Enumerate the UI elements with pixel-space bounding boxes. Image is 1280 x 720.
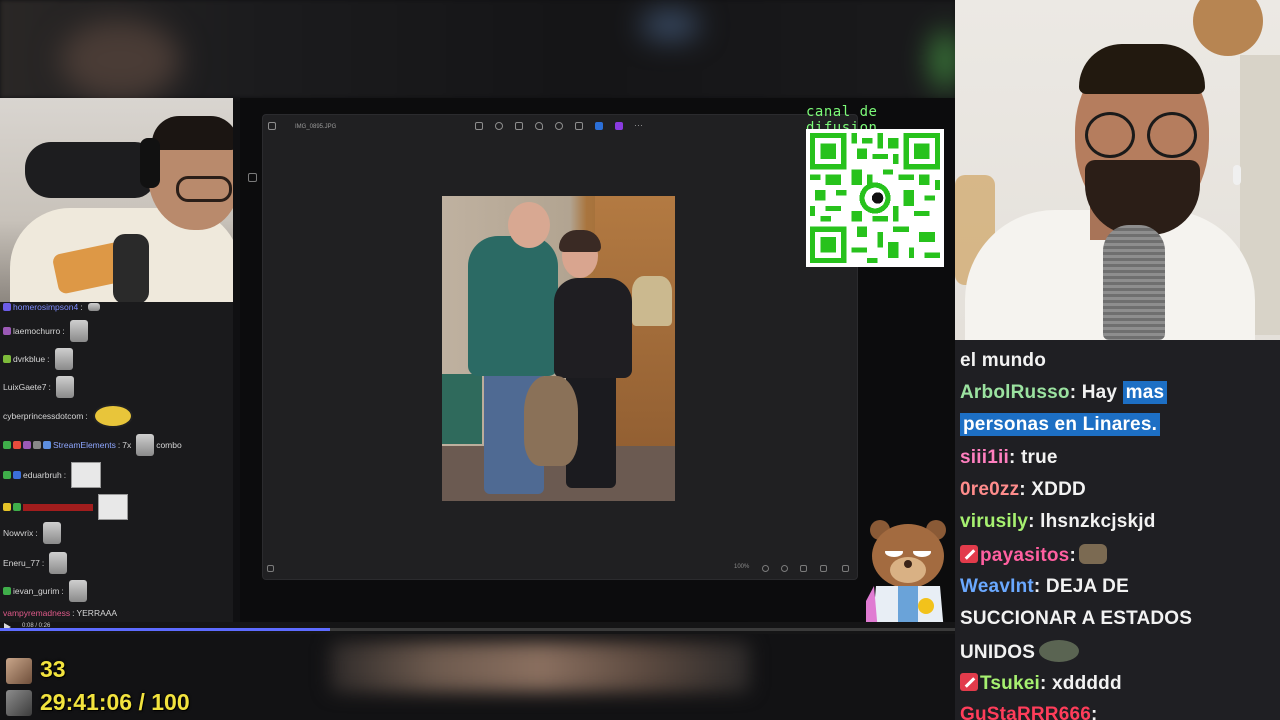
chat-text: lhsnzkcjskjd	[1034, 511, 1156, 532]
filmstrip-icon[interactable]	[267, 565, 274, 572]
chat-username[interactable]: vampyremadness	[3, 608, 70, 618]
chat-highlight: mas	[1122, 381, 1168, 404]
chat-username[interactable]: GuStaRRR666	[960, 704, 1091, 720]
chat-text: 7x	[122, 440, 132, 450]
chat-message: WeavInt: DEJA DE	[960, 576, 1129, 597]
moderator-badge-icon	[960, 545, 978, 563]
chat-text: combo	[156, 440, 182, 450]
progress-fill[interactable]	[0, 628, 331, 631]
chat-message: payasitos:	[960, 544, 1107, 567]
left-chat-panel: homerosimpson4: laemochurro: dvrkblue: L…	[0, 302, 233, 622]
chat-username[interactable]: LuixGaete7	[3, 382, 46, 392]
dog-emote-icon	[1078, 544, 1107, 564]
chat-username[interactable]: StreamElements	[53, 440, 116, 450]
chat-username[interactable]: cyberprincessdotcom	[3, 411, 83, 421]
chat-message: LuixGaete7:	[3, 376, 74, 398]
chat-highlight: personas en Linares.	[960, 413, 1161, 436]
chat-text: YERRAAA	[76, 608, 118, 618]
zoom-level: 100%	[734, 564, 750, 570]
chat-text: el mundo	[960, 350, 1047, 371]
avatar	[6, 658, 32, 684]
chat-message: personas en Linares.	[960, 413, 1161, 436]
zoom-in-icon[interactable]	[781, 565, 788, 572]
fit-icon[interactable]	[800, 565, 807, 572]
chat-username[interactable]: eduarbruh	[23, 470, 62, 480]
right-webcam	[955, 0, 1280, 340]
chat-username[interactable]: virusily	[960, 511, 1028, 532]
chat-message: GuStaRRR666:	[960, 704, 1098, 720]
chat-message: homerosimpson4:	[3, 302, 100, 312]
chat-text: Hay	[1076, 382, 1123, 403]
chat-message: cyberprincessdotcom:	[3, 404, 133, 428]
moderator-badge-icon	[960, 673, 978, 691]
chat-username[interactable]: dvrkblue	[13, 354, 45, 364]
chat-message: Tsukei: xddddd	[960, 673, 1122, 695]
frog-emote-icon	[1039, 640, 1080, 662]
chat-username[interactable]: homerosimpson4	[13, 302, 78, 312]
chat-text: UNIDOS	[960, 642, 1036, 663]
chat-message	[3, 494, 128, 520]
avatar	[6, 690, 32, 716]
info-icon[interactable]	[555, 122, 563, 130]
photo-filename: IMG_0895.JPG	[295, 124, 337, 130]
qr-code	[806, 129, 944, 267]
chat-message: dvrkblue:	[3, 348, 73, 370]
chat-message: laemochurro:	[3, 320, 88, 342]
chat-message: eduarbruh:	[3, 462, 102, 488]
chat-username[interactable]: WeavInt	[960, 576, 1034, 597]
chat-message: siii1ii: true	[960, 447, 1058, 468]
chat-username[interactable]: laemochurro	[13, 326, 60, 336]
chat-message: ievan_gurim:	[3, 580, 87, 602]
chat-text: XDDD	[1025, 479, 1086, 500]
chat-username[interactable]: 0re0zz	[960, 479, 1019, 500]
chat-username[interactable]: ievan_gurim	[13, 586, 59, 596]
chat-message: ArbolRusso: Hay mas	[960, 381, 1168, 404]
chat-message: UNIDOS	[960, 640, 1080, 664]
favorite-icon[interactable]	[535, 122, 543, 130]
chat-text: SUCCIONAR A ESTADOS	[960, 608, 1193, 629]
chat-username-redacted[interactable]	[23, 503, 93, 511]
stat-count: 33	[40, 656, 66, 682]
left-webcam	[0, 98, 233, 302]
zoom-out-icon[interactable]	[762, 565, 769, 572]
right-chat-panel: el mundo ArbolRusso: Hay mas personas en…	[955, 340, 1280, 720]
displayed-photo	[442, 196, 675, 501]
chat-text: xddddd	[1046, 673, 1122, 694]
chat-message: 0re0zz: XDDD	[960, 479, 1086, 500]
chat-message: virusily: lhsnzkcjskjd	[960, 511, 1156, 532]
chat-username[interactable]: Tsukei	[980, 673, 1040, 694]
chat-message: el mundo	[960, 350, 1046, 372]
chat-message: Eneru_77:	[3, 552, 68, 574]
chat-username[interactable]: ArbolRusso	[960, 382, 1070, 403]
chat-message: Nowvrix:	[3, 522, 61, 544]
blurred-background-top	[0, 0, 960, 100]
ai-icon[interactable]	[615, 122, 623, 130]
chat-text: true	[1015, 447, 1058, 468]
print-icon[interactable]	[575, 122, 583, 130]
chat-message: SUCCIONAR A ESTADOS	[960, 608, 1192, 630]
bear-sticker	[866, 516, 950, 632]
more-options-icon[interactable]: ···	[634, 120, 643, 130]
stream-layout: homerosimpson4: laemochurro: dvrkblue: L…	[0, 0, 1280, 720]
chat-message: StreamElements: 7x combo	[3, 434, 182, 456]
chat-username[interactable]: Nowvrix	[3, 528, 33, 538]
actual-size-icon[interactable]	[820, 565, 827, 572]
edit-icon[interactable]	[475, 122, 483, 130]
chat-username[interactable]: siii1ii	[960, 447, 1009, 468]
chat-text: DEJA DE	[1040, 576, 1129, 597]
rotate-icon[interactable]	[495, 122, 503, 130]
delete-icon[interactable]	[515, 122, 523, 130]
panel-icon[interactable]	[248, 173, 257, 182]
app-icon	[268, 122, 276, 130]
chat-username[interactable]: Eneru_77	[3, 558, 40, 568]
share-icon[interactable]	[595, 122, 603, 130]
chat-username[interactable]: payasitos	[980, 545, 1069, 566]
chat-message: vampyremadness: YERRAAA	[3, 608, 118, 618]
fullscreen-icon[interactable]	[842, 565, 849, 572]
stat-timer: 29:41:06 / 100	[40, 689, 190, 715]
